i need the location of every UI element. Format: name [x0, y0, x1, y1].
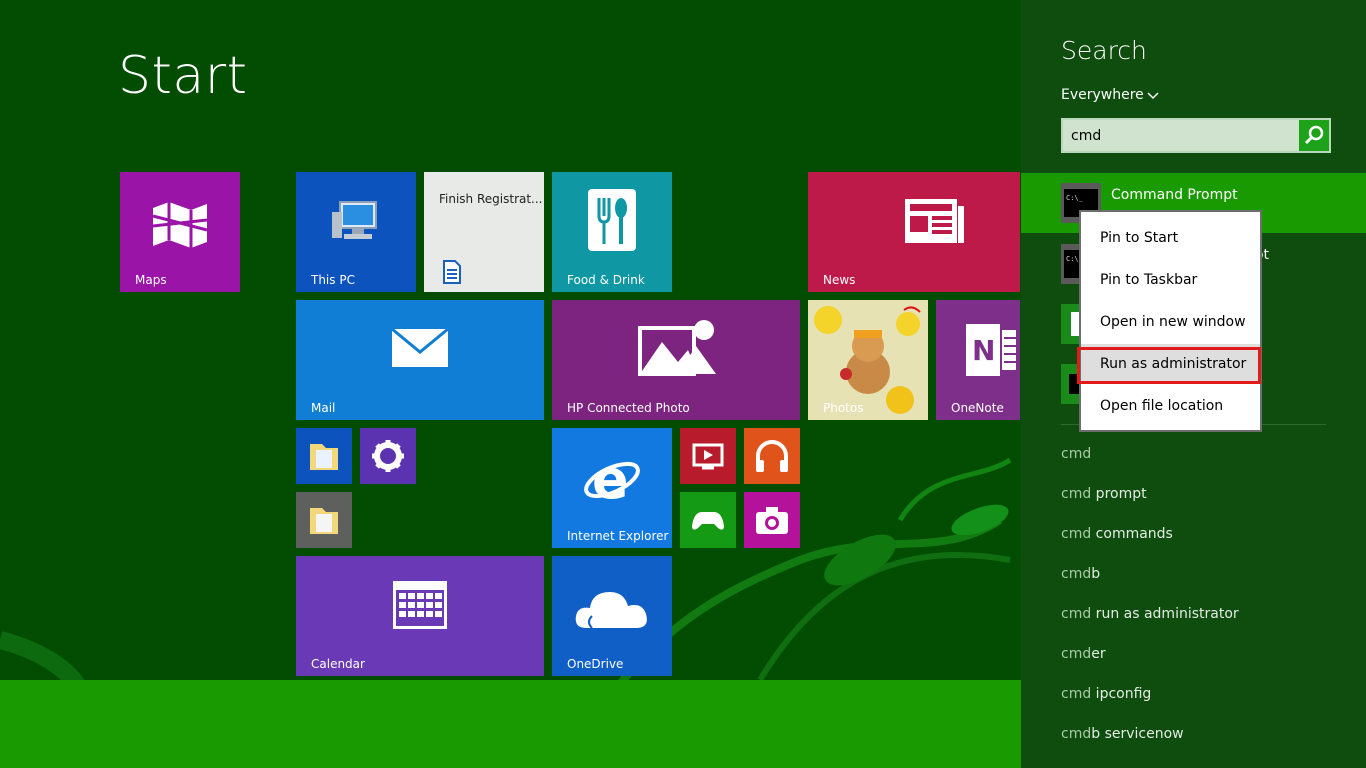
tile-xbox-games[interactable] — [680, 492, 736, 548]
tile-label: Calendar — [311, 657, 365, 671]
suggestion-item[interactable]: cmdb — [1061, 566, 1100, 582]
tile-settings[interactable] — [360, 428, 416, 484]
menu-item-open-in-new-window[interactable]: Open in new window — [1081, 302, 1260, 342]
suggestion-rest: ipconfig — [1091, 686, 1152, 702]
menu-item-pin-to-taskbar[interactable]: Pin to Taskbar — [1081, 260, 1260, 300]
search-icon — [1304, 125, 1324, 145]
tile-hp-connected-photo[interactable]: HP Connected Photo — [552, 300, 800, 420]
page-title: Start — [118, 46, 248, 106]
suggestion-item[interactable]: cmd run as administrator — [1061, 606, 1239, 622]
search-input[interactable] — [1063, 120, 1293, 151]
search-pane-title: Search — [1061, 36, 1147, 65]
menu-item-pin-to-start[interactable]: Pin to Start — [1081, 218, 1260, 258]
tile-label: Maps — [135, 273, 167, 287]
document-icon — [424, 172, 544, 292]
suggestion-item[interactable]: cmder — [1061, 646, 1106, 662]
start-bottom-band — [0, 680, 1021, 768]
tile-label: HP Connected Photo — [567, 401, 690, 415]
folder-icon — [310, 508, 338, 534]
suggestion-match: cmd — [1061, 606, 1092, 622]
suggestion-match: cmd — [1061, 526, 1092, 542]
search-result-label: Command Prompt — [1111, 187, 1238, 203]
suggestion-match: cmd — [1061, 726, 1092, 742]
suggestion-rest: commands — [1091, 526, 1173, 542]
tile-label: Food & Drink — [567, 273, 645, 287]
search-button[interactable] — [1299, 120, 1329, 151]
tile-label: This PC — [311, 273, 355, 287]
suggestion-match: cmd — [1061, 646, 1092, 662]
suggestion-match: cmd — [1061, 486, 1092, 502]
tile-label: OneNote — [951, 401, 1004, 415]
suggestion-item[interactable]: cmd — [1061, 446, 1091, 462]
chevron-down-icon[interactable] — [1146, 88, 1160, 102]
camera-icon — [756, 507, 788, 534]
svg-text:N: N — [972, 334, 995, 367]
search-box — [1061, 118, 1331, 153]
suggestion-item[interactable]: cmd ipconfig — [1061, 686, 1151, 702]
tile-onedrive[interactable]: OneDrive — [552, 556, 672, 676]
tile-file-explorer[interactable] — [296, 428, 352, 484]
tile-label: OneDrive — [567, 657, 624, 671]
suggestion-item[interactable]: cmdb servicenow — [1061, 726, 1184, 742]
svg-text:e: e — [592, 448, 629, 508]
tile-this-pc[interactable]: This PC — [296, 172, 416, 292]
tile-onenote[interactable]: N OneNote — [936, 300, 1020, 420]
highlight-annotation-box — [1077, 347, 1261, 384]
suggestion-rest: run as administrator — [1091, 606, 1239, 622]
video-icon — [692, 443, 724, 470]
tile-label: Internet Explorer — [567, 529, 669, 543]
tile-documents[interactable] — [296, 492, 352, 548]
suggestion-match: cmd — [1061, 566, 1092, 582]
suggestion-rest: prompt — [1091, 486, 1147, 502]
tile-food-drink[interactable]: Food & Drink — [552, 172, 672, 292]
gear-icon — [372, 440, 404, 472]
tile-news[interactable]: News — [808, 172, 1020, 292]
search-scope-dropdown[interactable]: Everywhere — [1061, 87, 1144, 103]
tile-maps[interactable]: Maps — [120, 172, 240, 292]
suggestion-rest: b — [1091, 566, 1101, 582]
suggestion-match: cmd — [1061, 686, 1092, 702]
tile-calendar[interactable]: Calendar — [296, 556, 544, 676]
tile-video[interactable] — [680, 428, 736, 484]
context-menu: Pin to Start Pin to Taskbar Open in new … — [1079, 210, 1262, 432]
headphones-icon — [756, 440, 788, 472]
suggestion-item[interactable]: cmd commands — [1061, 526, 1173, 542]
tile-finish-registration[interactable]: Finish Registrat... — [424, 172, 544, 292]
tile-camera[interactable] — [744, 492, 800, 548]
suggestion-match: cmd — [1061, 446, 1092, 462]
start-screen: Start Maps This PC Finish Registrat... F… — [0, 0, 1366, 768]
suggestion-rest: b servicenow — [1091, 726, 1184, 742]
tile-internet-explorer[interactable]: e Internet Explorer — [552, 428, 672, 548]
game-controller-icon — [692, 512, 724, 530]
tile-label: Photos — [823, 401, 864, 415]
tile-music[interactable] — [744, 428, 800, 484]
menu-item-open-file-location[interactable]: Open file location — [1081, 386, 1260, 426]
svg-text:C:\_: C:\_ — [1066, 194, 1084, 202]
suggestion-rest: er — [1091, 646, 1106, 662]
tile-label: News — [823, 273, 856, 287]
suggestion-item[interactable]: cmd prompt — [1061, 486, 1147, 502]
tile-label: Mail — [311, 401, 336, 415]
tile-mail[interactable]: Mail — [296, 300, 544, 420]
tile-photos[interactable]: Photos — [808, 300, 928, 420]
folder-icon — [310, 444, 338, 470]
